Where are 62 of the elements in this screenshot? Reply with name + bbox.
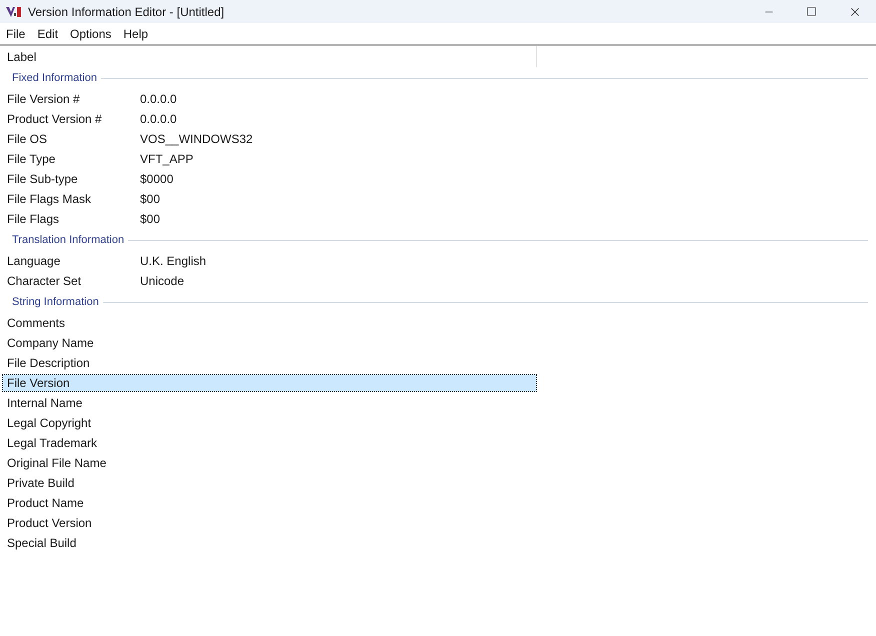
field-label: Comments — [7, 315, 66, 332]
list-row[interactable]: File Flags Mask $00 — [2, 190, 537, 208]
field-label: File OS — [7, 131, 48, 148]
field-label: Product Version — [7, 515, 93, 532]
field-label: File Sub-type — [7, 171, 79, 188]
list-row[interactable]: Original File Name — [2, 454, 537, 472]
field-label: Character Set — [7, 273, 82, 290]
window-title: Version Information Editor - [Untitled] — [28, 4, 224, 20]
field-value: 0.0.0.0 — [140, 91, 177, 108]
field-value: VOS__WINDOWS32 — [140, 131, 253, 148]
list-row[interactable]: Product Version — [2, 514, 537, 532]
list-row[interactable]: Character Set Unicode — [2, 272, 537, 290]
list-row[interactable]: File Type VFT_APP — [2, 150, 537, 168]
menu-item[interactable]: Options — [64, 23, 118, 44]
field-label: Internal Name — [7, 395, 84, 412]
list-row[interactable]: File Version — [2, 374, 537, 392]
app-icon — [6, 6, 22, 18]
menu-item[interactable]: Help — [117, 23, 154, 44]
maximize-icon — [806, 6, 817, 17]
list-row[interactable]: Product Name — [2, 494, 537, 512]
list-row[interactable]: Legal Copyright — [2, 414, 537, 432]
field-label: Legal Trademark — [7, 435, 98, 452]
list-row[interactable]: Legal Trademark — [2, 434, 537, 452]
column-header[interactable]: Label — [0, 46, 135, 67]
list-row[interactable]: File Version # 0.0.0.0 — [2, 90, 537, 108]
menu-item[interactable]: File — [0, 23, 32, 44]
field-value: Unicode — [140, 273, 184, 290]
section-title: String Information — [12, 294, 100, 310]
list-row[interactable]: Private Build — [2, 474, 537, 492]
list-row[interactable]: File Sub-type $0000 — [2, 170, 537, 188]
field-label: Legal Copyright — [7, 415, 92, 432]
field-label: Product Name — [7, 495, 85, 512]
list-row[interactable]: Special Build — [2, 534, 537, 552]
list-row[interactable]: Internal Name — [2, 394, 537, 412]
field-value: $0000 — [140, 171, 174, 188]
field-label: File Flags Mask — [7, 191, 92, 208]
list-row[interactable]: Language U.K. English — [2, 252, 537, 270]
field-label: Special Build — [7, 535, 78, 552]
field-label: Original File Name — [7, 455, 108, 472]
list-row[interactable]: File OS VOS__WINDOWS32 — [2, 130, 537, 148]
list-row[interactable]: Product Version # 0.0.0.0 — [2, 110, 537, 128]
field-label: Company Name — [7, 335, 95, 352]
list-row[interactable]: Company Name — [2, 334, 537, 352]
field-label: File Type — [7, 151, 56, 168]
field-label: Product Version # — [7, 111, 103, 128]
field-label: File Flags — [7, 211, 60, 228]
field-value: U.K. English — [140, 253, 206, 270]
list-row[interactable]: File Description — [2, 354, 537, 372]
menu-item[interactable]: Edit — [31, 23, 64, 44]
field-label: Language — [7, 253, 62, 270]
field-value: $00 — [140, 211, 160, 228]
field-value: VFT_APP — [140, 151, 194, 168]
field-value: $00 — [140, 191, 160, 208]
field-value: 0.0.0.0 — [140, 111, 177, 128]
field-label: File Description — [7, 355, 91, 372]
field-label: Private Build — [7, 475, 76, 492]
field-label: File Version # — [7, 91, 81, 108]
list-row[interactable]: Comments — [2, 314, 537, 332]
field-label: File Version — [7, 375, 71, 392]
list-row[interactable]: File Flags $00 — [2, 210, 537, 228]
section-title: Fixed Information — [12, 70, 98, 86]
section-title: Translation Information — [12, 232, 126, 248]
